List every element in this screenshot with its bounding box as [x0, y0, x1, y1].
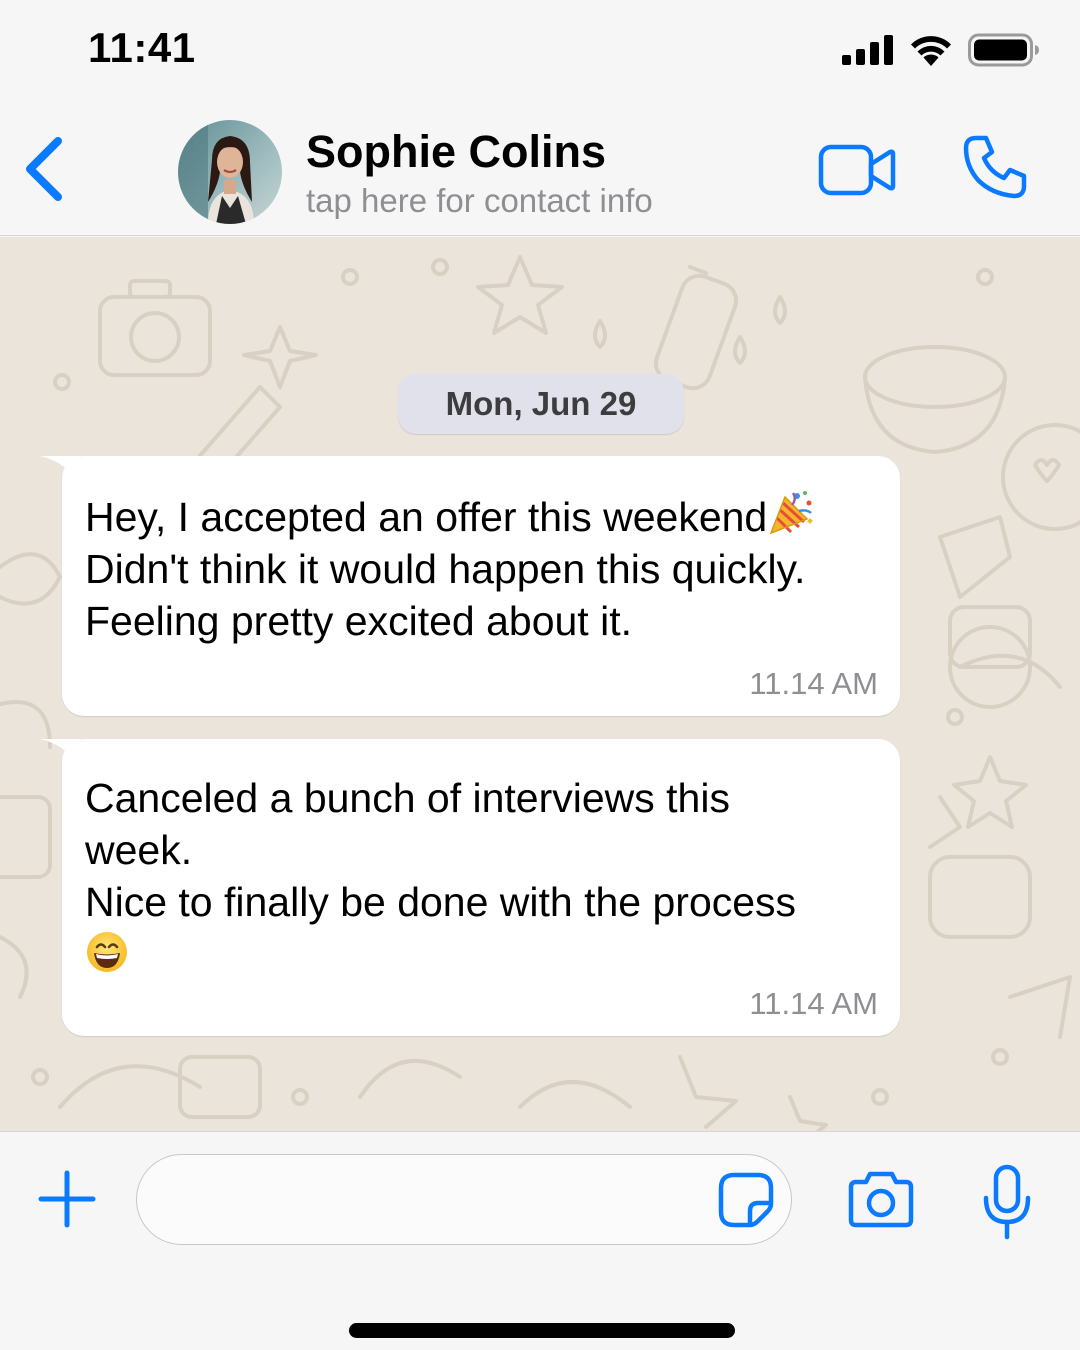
sticker-icon [718, 1172, 774, 1228]
cellular-signal-icon [842, 35, 893, 65]
avatar-photo [178, 120, 282, 224]
message-time: 11.14 AM [749, 986, 878, 1021]
plus-icon [38, 1170, 96, 1228]
chat-header: Sophie Colins tap here for contact info [0, 100, 1080, 236]
status-icons [842, 30, 1040, 70]
message-time: 11.14 AM [749, 666, 878, 701]
home-indicator[interactable] [349, 1323, 735, 1338]
message-input-bar [0, 1131, 1080, 1350]
message-line: Didn't think it would happen this quickl… [85, 546, 806, 592]
message-line: Canceled a bunch of interviews this [85, 775, 730, 821]
status-time: 11:41 [88, 24, 196, 71]
video-call-icon [818, 144, 896, 196]
party-popper-emoji-icon [769, 491, 813, 535]
message-line: Hey, I accepted an offer this weekend [85, 494, 768, 540]
wifi-icon [911, 36, 951, 66]
status-bar: 11:41 [0, 0, 1080, 100]
message-bubble[interactable]: Hey, I accepted an offer this weekend Di… [40, 456, 900, 716]
chevron-left-icon [26, 137, 62, 201]
grinning-face-emoji-icon [87, 932, 127, 972]
contact-avatar[interactable] [178, 120, 282, 224]
video-call-button[interactable] [818, 144, 896, 196]
message-input[interactable] [136, 1154, 792, 1245]
contact-name[interactable]: Sophie Colins [306, 126, 606, 178]
contact-info-hint[interactable]: tap here for contact info [306, 182, 653, 220]
message-text: Hey, I accepted an offer this weekend Di… [85, 489, 875, 647]
message-text: Canceled a bunch of interviews this week… [85, 772, 875, 980]
microphone-icon [983, 1164, 1031, 1240]
bubble-tail [40, 456, 80, 484]
camera-button[interactable] [848, 1170, 914, 1228]
date-separator: Mon, Jun 29 [398, 374, 684, 434]
bubble-tail [40, 739, 80, 767]
message-line: week. [85, 827, 193, 873]
message-line: Feeling pretty excited about it. [85, 598, 632, 644]
attach-button[interactable] [38, 1170, 96, 1228]
phone-icon [963, 135, 1027, 199]
camera-icon [848, 1171, 914, 1228]
back-button[interactable] [22, 136, 66, 202]
message-bubble[interactable]: Canceled a bunch of interviews this week… [40, 739, 900, 1036]
voice-message-button[interactable] [982, 1164, 1032, 1240]
sticker-button[interactable] [718, 1172, 774, 1228]
chat-area[interactable]: Mon, Jun 29 Hey, I accepted an offer thi… [0, 237, 1080, 1131]
message-line: Nice to finally be done with the process [85, 879, 797, 925]
voice-call-button[interactable] [962, 134, 1028, 200]
battery-icon [968, 33, 1039, 67]
